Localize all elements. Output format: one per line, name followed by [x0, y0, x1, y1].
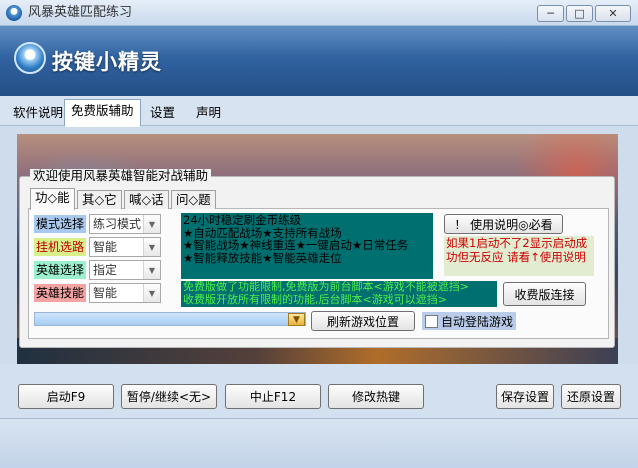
- warning-line: 如果1启动不了2显示启动成: [446, 236, 588, 250]
- app-icon: [6, 5, 22, 21]
- pause-resume-button[interactable]: 暂停/继续<无>: [121, 384, 217, 409]
- paid-version-button[interactable]: 收费版连接: [503, 282, 586, 306]
- start-button[interactable]: 启动F9: [18, 384, 114, 409]
- tab-statement[interactable]: 声明: [189, 101, 228, 125]
- hero-select[interactable]: 指定 ▼: [89, 260, 161, 280]
- maximize-button[interactable]: □: [566, 5, 593, 22]
- promo-note: 免费版做了功能限制,免费版为前台脚本<游戏不能被遮挡> 收费版开放所有限制的功能…: [181, 281, 497, 307]
- auto-login-checkbox[interactable]: 自动登陆游戏: [422, 312, 516, 330]
- group-title: 欢迎使用风暴英雄智能对战辅助: [30, 169, 212, 183]
- inner-tab-faq[interactable]: 问◇题: [171, 190, 216, 209]
- checkbox-icon[interactable]: [425, 314, 438, 328]
- status-bar: [0, 418, 638, 468]
- inner-tab-chat[interactable]: 喊◇话: [124, 190, 169, 209]
- route-value: 智能: [93, 240, 118, 254]
- game-path-field[interactable]: [34, 312, 306, 326]
- minimize-icon: ─: [547, 7, 554, 20]
- help-button[interactable]: ！ 使用说明◎必看: [444, 214, 563, 234]
- app-logo-icon: [14, 42, 46, 74]
- feature-info-box: 24小时稳定刷金币练级 ★自动匹配战场★支持所有战场 ★智能战场★神线重连★一键…: [181, 213, 433, 279]
- info-line: ★智能释放技能★智能英雄走位: [183, 250, 342, 265]
- maximize-icon: □: [574, 7, 585, 20]
- skill-select[interactable]: 智能 ▼: [89, 283, 161, 303]
- close-button[interactable]: ✕: [595, 5, 631, 22]
- chevron-down-icon[interactable]: ▼: [143, 261, 160, 279]
- route-label: 挂机选路: [34, 238, 87, 256]
- minimize-button[interactable]: ─: [537, 5, 564, 22]
- close-icon: ✕: [608, 7, 618, 20]
- mode-select[interactable]: 练习模式 ▼: [89, 214, 161, 234]
- edit-hotkey-button[interactable]: 修改热键: [328, 384, 424, 409]
- promo-line: 收费版开放所有限制的功能,后台脚本<游戏可以遮挡>: [183, 292, 447, 306]
- inner-tab-other[interactable]: 其◇它: [77, 190, 122, 209]
- logo-text: 按键小精灵: [52, 50, 162, 74]
- refresh-game-position-button[interactable]: 刷新游戏位置: [311, 311, 415, 331]
- chevron-down-icon[interactable]: ▼: [143, 238, 160, 256]
- tab-software-info[interactable]: 软件说明: [6, 101, 70, 125]
- route-select[interactable]: 智能 ▼: [89, 237, 161, 257]
- save-settings-button[interactable]: 保存设置: [496, 384, 554, 409]
- auto-login-label: 自动登陆游戏: [441, 314, 514, 329]
- info-line: 24小时稳定刷金币练级: [183, 213, 302, 227]
- chevron-down-icon[interactable]: ▼: [143, 284, 160, 302]
- tab-settings[interactable]: 设置: [143, 101, 182, 125]
- promo-line: 免费版做了功能限制,免费版为前台脚本<游戏不能被遮挡>: [183, 281, 469, 293]
- chevron-down-icon[interactable]: ▼: [143, 215, 160, 233]
- warning-note: 如果1启动不了2显示启动成 功但无反应 请看↑使用说明: [444, 236, 594, 276]
- skill-label: 英雄技能: [34, 284, 87, 302]
- mode-label: 模式选择: [34, 215, 87, 233]
- warning-line: 功但无反应 请看↑使用说明: [446, 250, 586, 264]
- window-title: 风暴英雄匹配练习: [28, 5, 133, 20]
- mode-value: 练习模式: [93, 217, 142, 231]
- stop-button[interactable]: 中止F12: [225, 384, 321, 409]
- skill-value: 智能: [93, 286, 118, 300]
- tab-free-assist[interactable]: 免费版辅助: [64, 99, 141, 127]
- hero-value: 指定: [93, 263, 118, 277]
- folder-icon[interactable]: ▼: [288, 313, 305, 326]
- hero-label: 英雄选择: [34, 261, 87, 279]
- restore-settings-button[interactable]: 还原设置: [561, 384, 621, 409]
- info-line: ★智能战场★神线重连★一键启动★日常任务: [183, 238, 409, 252]
- inner-tab-function[interactable]: 功◇能: [30, 188, 75, 210]
